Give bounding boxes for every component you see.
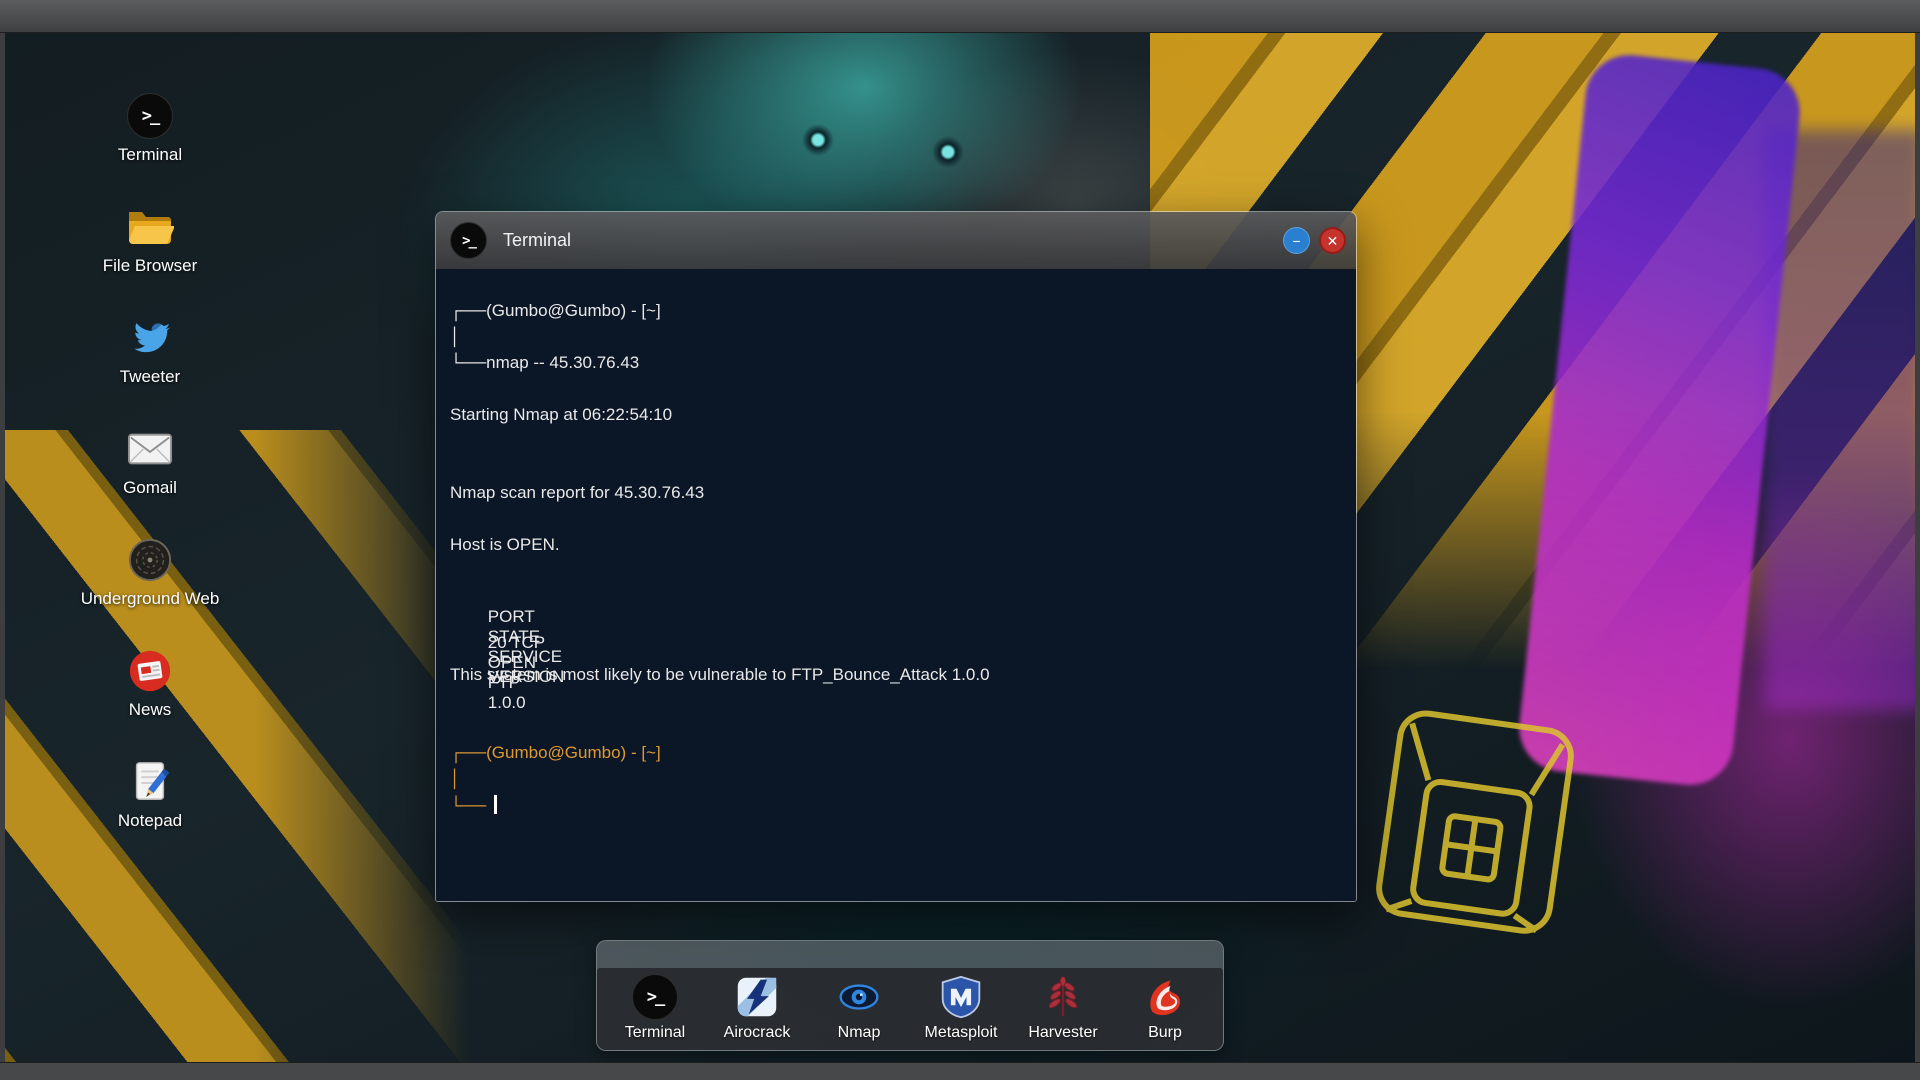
dock-item-label: Airocrack [723, 1024, 791, 1041]
minimize-button[interactable]: − [1283, 227, 1310, 254]
terminal-prompt-glyph: >_ [141, 106, 161, 126]
dock-item-label: Burp [1148, 1024, 1182, 1041]
bird-icon [126, 314, 174, 362]
command-text: nmap -- 45.30.76.43 [486, 353, 640, 372]
desktop-icon-news[interactable]: News [55, 647, 245, 758]
desktop-icon-label: Tweeter [119, 367, 181, 386]
dock-item-airocrack[interactable]: Airocrack [709, 974, 805, 1042]
desktop-icon-label: Terminal [117, 145, 183, 164]
prompt-box-bottom: └── [450, 353, 487, 372]
top-bar [0, 0, 1920, 33]
left-edge-bar [0, 33, 5, 1062]
terminal-icon: >_ [632, 974, 678, 1020]
desktop-icon-gomail[interactable]: Gomail [55, 425, 245, 536]
notepad-icon [126, 758, 174, 806]
table-header-port: PORT [487, 607, 535, 626]
dock-item-metasploit[interactable]: Metasploit [913, 974, 1009, 1042]
prompt-box-mid: │ [450, 327, 461, 346]
nmap-starting-line: Starting Nmap at 06:22:54:10 [450, 405, 673, 424]
input-line[interactable]: └── [450, 795, 1342, 821]
desktop-icon-label: File Browser [102, 256, 198, 275]
dock-item-terminal[interactable]: >_ Terminal [607, 974, 703, 1042]
prompt-box-bottom: └── [450, 796, 487, 815]
command-line: └──nmap -- 45.30.76.43 [450, 353, 1342, 379]
bottom-bar [0, 1062, 1920, 1080]
terminal-prompt-glyph: >_ [462, 232, 477, 249]
dock: >_ Terminal Airocrack Nmap Metasploit Ha… [596, 940, 1224, 1051]
desktop-icon-list: >_ Terminal File Browser Tweeter Gomail … [55, 92, 245, 869]
scan-table-header: PORT STATE SERVICE VERSION [450, 587, 1342, 686]
terminal-window: >_ Terminal − ✕ ┌──(Gumbo@Gumbo) - [~] │… [435, 211, 1357, 902]
terminal-icon: >_ [450, 222, 487, 259]
desktop-icon-label: Gomail [123, 478, 177, 497]
harvester-wheat-icon [1040, 974, 1086, 1020]
wallpaper-magenta-glow [1570, 470, 1920, 1010]
dark-web-icon [126, 536, 174, 584]
window-controls: − ✕ [1283, 227, 1346, 254]
prompt-line-active: ┌──(Gumbo@Gumbo) - [~] [450, 743, 1342, 769]
nmap-eye-icon [836, 974, 882, 1020]
prompt-user: (Gumbo@Gumbo) - [~] [486, 301, 661, 320]
desktop-icon-label: Underground Web [80, 589, 220, 608]
metasploit-shield-icon [938, 974, 984, 1020]
desktop-icon-label: Notepad [117, 811, 183, 830]
table-cell-port: 20 TCP [487, 633, 546, 652]
terminal-icon: >_ [127, 93, 173, 139]
terminal-prompt-glyph: >_ [646, 987, 666, 1007]
desktop-icon-file-browser[interactable]: File Browser [55, 203, 245, 314]
airocrack-icon [734, 974, 780, 1020]
terminal-output[interactable]: ┌──(Gumbo@Gumbo) - [~] │ └──nmap -- 45.3… [436, 269, 1356, 901]
prompt-line: ┌──(Gumbo@Gumbo) - [~] [450, 301, 1342, 327]
terminal-icon: >_ [632, 974, 678, 1020]
desktop-icon-notepad[interactable]: Notepad [55, 758, 245, 869]
close-button[interactable]: ✕ [1319, 227, 1346, 254]
desktop-icon-terminal[interactable]: >_ Terminal [55, 92, 245, 203]
desktop-icon-underground-web[interactable]: Underground Web [55, 536, 245, 647]
desktop-icon-label: News [128, 700, 172, 719]
terminal-window-titlebar[interactable]: >_ Terminal − ✕ [436, 212, 1356, 269]
dock-item-list: >_ Terminal Airocrack Nmap Metasploit Ha… [597, 968, 1223, 1050]
dock-item-label: Terminal [624, 1024, 686, 1041]
dock-item-nmap[interactable]: Nmap [811, 974, 907, 1042]
burp-icon [1142, 974, 1188, 1020]
host-status-line: Host is OPEN. [450, 535, 560, 554]
prompt-box-top: ┌── [450, 301, 487, 320]
nmap-report-line: Nmap scan report for 45.30.76.43 [450, 483, 705, 502]
desktop-screen: >_ Terminal File Browser Tweeter Gomail … [0, 0, 1920, 1080]
minimize-icon: − [1292, 232, 1301, 249]
envelope-icon [126, 425, 174, 473]
prompt-box-top: ┌── [450, 743, 487, 762]
prompt-user: (Gumbo@Gumbo) - [~] [486, 743, 661, 762]
table-cell-version: 1.0.0 [487, 693, 526, 712]
right-edge-bar [1915, 33, 1920, 1062]
dock-item-label: Nmap [837, 1024, 881, 1041]
dock-item-harvester[interactable]: Harvester [1015, 974, 1111, 1042]
folder-icon [126, 203, 174, 251]
news-icon [126, 647, 174, 695]
dock-item-burp[interactable]: Burp [1117, 974, 1213, 1042]
terminal-cursor [494, 795, 498, 814]
dock-item-label: Harvester [1028, 1024, 1098, 1041]
terminal-icon: >_ [126, 92, 174, 140]
window-title: Terminal [503, 230, 572, 250]
dock-item-label: Metasploit [924, 1024, 998, 1041]
desktop-icon-tweeter[interactable]: Tweeter [55, 314, 245, 425]
wallpaper-cube-outline-icon [1376, 710, 1574, 934]
close-icon: ✕ [1326, 232, 1339, 249]
prompt-box-mid: │ [450, 769, 461, 788]
